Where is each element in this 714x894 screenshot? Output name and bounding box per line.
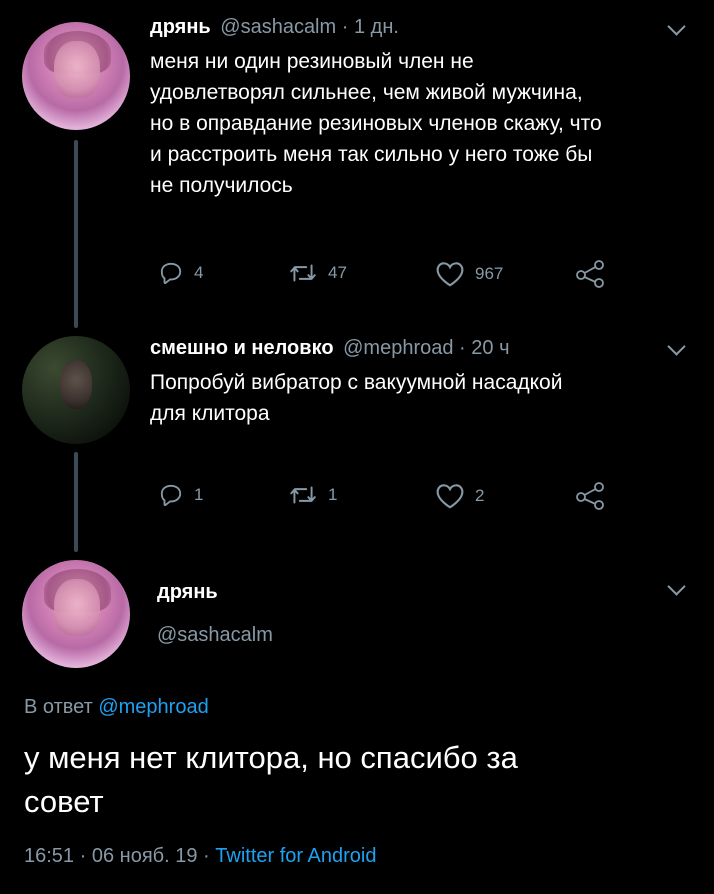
display-name[interactable]: дрянь [150, 16, 211, 38]
reply-icon [160, 262, 182, 285]
tweet-text-line: и расстроить меня так сильно у него тоже… [150, 143, 593, 166]
tweet-header: смешно и неловко @mephroad · 20 ч [150, 337, 510, 360]
timestamp[interactable]: 20 ч [471, 337, 509, 359]
separator: · [79, 845, 87, 867]
chevron-down-icon[interactable] [667, 337, 686, 356]
tweet-text-line: удовлетворял сильнее, чем живой мужчина, [150, 81, 583, 104]
reply-context: В ответ @mephroad [24, 696, 209, 719]
avatar-sashacalm[interactable] [22, 560, 130, 668]
like-button[interactable]: 2 [435, 482, 484, 510]
share-icon [576, 482, 604, 510]
display-name[interactable]: смешно и неловко [150, 337, 334, 359]
tweet-date: 06 нояб. 19 [91, 845, 198, 867]
avatar-face-shape [59, 359, 93, 410]
tweet-text-line: Попробуй вибратор с вакуумной насадкой [150, 371, 563, 394]
reply-to-handle[interactable]: @mephroad [98, 696, 208, 718]
thread-line-2 [74, 452, 78, 552]
handle[interactable]: @sashacalm [220, 16, 336, 38]
tweet-source[interactable]: Twitter for Android [215, 845, 376, 867]
share-button[interactable] [574, 258, 608, 288]
share-icon [576, 260, 604, 288]
reply-icon [160, 484, 182, 507]
display-name[interactable]: дрянь [157, 581, 218, 604]
reply-count: 1 [194, 485, 204, 504]
reply-button[interactable]: 1 [158, 482, 203, 508]
tweet-time: 16:51 [24, 845, 75, 867]
like-count: 967 [475, 264, 504, 283]
chevron-down-icon[interactable] [667, 17, 686, 36]
tweet-text-line: но в оправдание резиновых членов скажу, … [150, 112, 602, 135]
reply-count: 4 [194, 263, 204, 282]
heart-icon [436, 484, 464, 509]
retweet-icon [290, 264, 316, 282]
separator: · [459, 337, 466, 359]
separator: · [341, 16, 349, 38]
retweet-button[interactable]: 47 [288, 260, 347, 286]
retweet-icon [290, 486, 316, 504]
share-button[interactable] [574, 480, 608, 510]
tweet-header: дрянь @sashacalm · 1 дн. [150, 16, 399, 39]
like-count: 2 [475, 486, 485, 505]
tweet-text: у меня нет клитора, но спасибо за совет [24, 736, 518, 824]
handle[interactable]: @sashacalm [157, 624, 273, 647]
timestamp[interactable]: 1 дн. [354, 16, 399, 38]
like-button[interactable]: 967 [435, 260, 503, 288]
tweet-text: меня ни один резиновый член не удовлетво… [150, 46, 602, 201]
tweet-metadata: 16:51 · 06 нояб. 19 · Twitter for Androi… [24, 845, 376, 868]
avatar-face-shape [54, 579, 100, 636]
reply-prefix: В ответ [24, 696, 93, 718]
avatar-mephroad[interactable] [22, 336, 130, 444]
tweet-text: Попробуй вибратор с вакуумной насадкой д… [150, 367, 562, 429]
thread-line-1 [74, 140, 78, 328]
retweet-count: 47 [328, 263, 347, 282]
avatar-face-shape [54, 41, 100, 98]
tweet-text-line: у меня нет клитора, но спасибо за [24, 740, 518, 775]
retweet-button[interactable]: 1 [288, 482, 337, 508]
tweet-text-line: совет [24, 784, 104, 819]
separator: · [203, 845, 210, 867]
tweet-text-line: для клитора [150, 402, 270, 425]
tweet-text-line: меня ни один резиновый член не [150, 50, 474, 73]
reply-button[interactable]: 4 [158, 260, 203, 286]
heart-icon [436, 262, 464, 287]
tweet-text-line: не получилось [150, 174, 293, 197]
avatar-sashacalm[interactable] [22, 22, 130, 130]
retweet-count: 1 [328, 485, 338, 504]
chevron-down-icon[interactable] [667, 577, 686, 596]
handle[interactable]: @mephroad [343, 337, 453, 359]
